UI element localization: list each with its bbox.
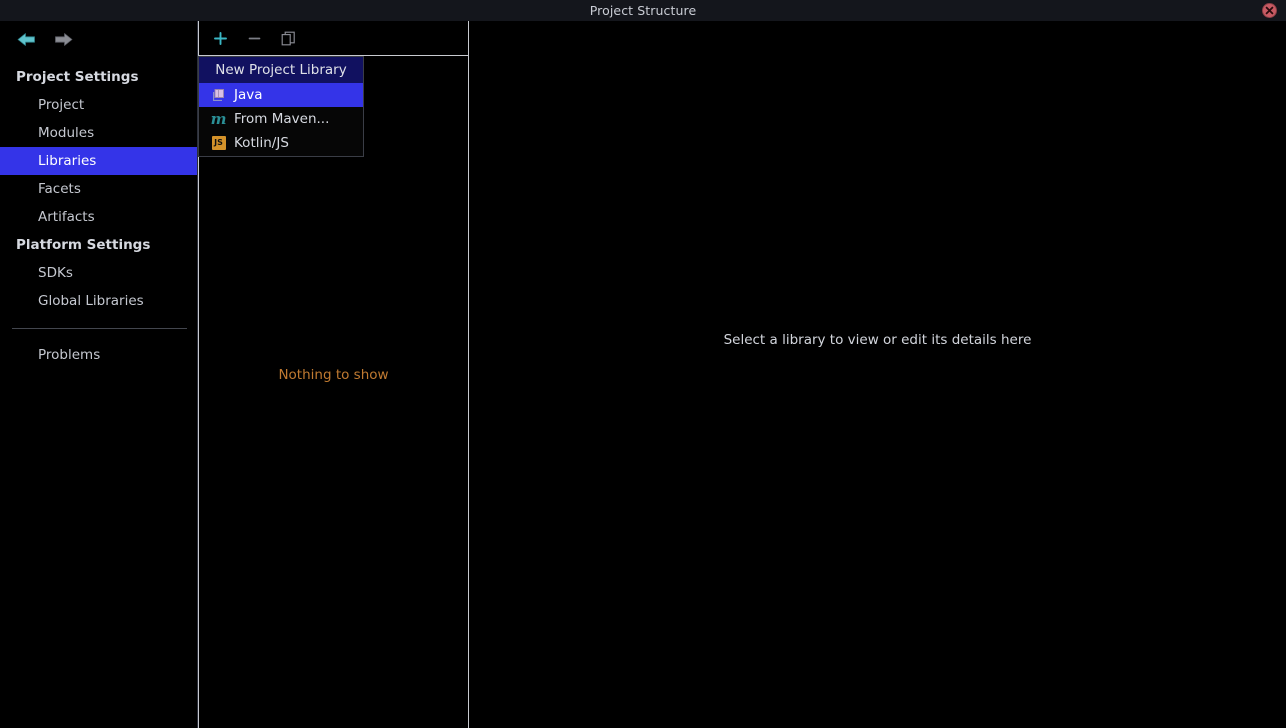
navigation-arrows [0, 22, 198, 57]
minus-icon[interactable] [241, 25, 267, 51]
java-library-icon [211, 88, 226, 103]
sidebar-item-global-libraries[interactable]: Global Libraries [0, 287, 197, 315]
menu-item-label: From Maven... [234, 111, 330, 127]
close-icon[interactable] [1262, 3, 1277, 18]
sidebar-item-modules[interactable]: Modules [0, 119, 197, 147]
arrow-left-icon[interactable] [12, 27, 40, 53]
library-detail-panel: Select a library to view or edit its det… [469, 21, 1286, 728]
menu-item-label: Kotlin/JS [234, 135, 289, 151]
plus-icon[interactable] [207, 25, 233, 51]
copy-icon[interactable] [275, 25, 301, 51]
maven-letter: m [210, 109, 227, 128]
menu-item-kotlin-js[interactable]: JS Kotlin/JS [199, 131, 363, 155]
sidebar-item-artifacts[interactable]: Artifacts [0, 203, 197, 231]
kotlin-js-icon: JS [211, 136, 226, 151]
menu-item-java[interactable]: Java [199, 83, 363, 107]
sidebar-group-project-settings: Project Settings [16, 69, 139, 85]
menu-item-from-maven[interactable]: m From Maven... [199, 107, 363, 131]
js-badge-label: JS [211, 136, 226, 150]
sidebar-item-problems[interactable]: Problems [0, 341, 197, 369]
menu-item-label: Java [234, 87, 263, 103]
project-structure-dialog: Project Structure Project Settings Proje… [0, 0, 1286, 728]
sidebar-item-facets[interactable]: Facets [0, 175, 197, 203]
library-detail-placeholder: Select a library to view or edit its det… [723, 331, 1032, 348]
window-title: Project Structure [589, 3, 697, 18]
sidebar-item-sdks[interactable]: SDKs [0, 259, 197, 287]
menu-header-new-project-library: New Project Library [199, 57, 363, 83]
sidebar-group-platform-settings: Platform Settings [16, 237, 151, 253]
sidebar-item-libraries[interactable]: Libraries [0, 147, 197, 175]
sidebar-item-project[interactable]: Project [0, 91, 197, 119]
arrow-right-icon[interactable] [50, 27, 78, 53]
settings-sidebar: Project Settings Project Modules Librari… [0, 21, 198, 728]
maven-icon: m [210, 109, 227, 128]
libraries-toolbar [199, 21, 468, 56]
sidebar-divider [12, 328, 187, 329]
window-titlebar: Project Structure [0, 0, 1286, 21]
new-project-library-menu: New Project Library Java m From Maven...… [198, 56, 364, 157]
